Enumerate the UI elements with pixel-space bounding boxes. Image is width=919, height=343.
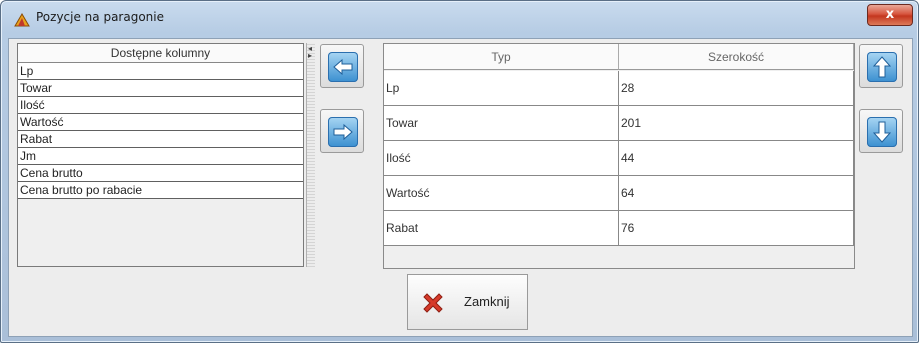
arrow-down-icon — [872, 121, 892, 143]
list-item[interactable]: Wartość — [18, 114, 303, 131]
move-down-button[interactable] — [859, 109, 903, 153]
available-columns-list[interactable]: Dostępne kolumny Lp Towar Ilość Wartość … — [17, 43, 304, 267]
column-header-szerokosc[interactable]: Szerokość — [619, 44, 854, 70]
table-row[interactable]: Towar 201 — [384, 106, 854, 141]
arrow-right-icon — [333, 123, 353, 141]
list-item[interactable]: Cena brutto po rabacie — [18, 182, 303, 199]
table-row[interactable]: Ilość 44 — [384, 141, 854, 176]
app-icon — [14, 13, 30, 27]
dialog-window: Pozycje na paragonie x Dostępne kolumny … — [0, 0, 919, 343]
cell-szerokosc[interactable]: 76 — [619, 211, 854, 246]
cell-typ[interactable]: Towar — [384, 106, 619, 141]
table-row[interactable]: Lp 28 — [384, 71, 854, 106]
list-item[interactable]: Lp — [18, 63, 303, 80]
list-item[interactable]: Towar — [18, 80, 303, 97]
panel-splitter[interactable]: ◂ ▸ — [306, 43, 315, 267]
cell-szerokosc[interactable]: 44 — [619, 141, 854, 176]
zamknij-button[interactable]: Zamknij — [407, 274, 528, 330]
list-item[interactable]: Ilość — [18, 97, 303, 114]
list-item[interactable]: Cena brutto — [18, 165, 303, 182]
move-up-button[interactable] — [859, 44, 903, 88]
available-columns-items: Lp Towar Ilość Wartość Rabat Jm Cena bru… — [18, 63, 303, 199]
close-icon: x — [885, 7, 895, 22]
list-item[interactable]: Jm — [18, 148, 303, 165]
zamknij-label: Zamknij — [464, 294, 510, 309]
window-close-button[interactable]: x — [867, 4, 913, 26]
dialog-content: Dostępne kolumny Lp Towar Ilość Wartość … — [8, 38, 913, 337]
cell-szerokosc[interactable]: 64 — [619, 176, 854, 211]
red-x-icon — [423, 293, 443, 313]
cell-typ[interactable]: Rabat — [384, 211, 619, 246]
move-right-button[interactable] — [320, 109, 364, 153]
cell-typ[interactable]: Lp — [384, 71, 619, 106]
table-row[interactable]: Rabat 76 — [384, 211, 854, 246]
table-row[interactable]: Wartość 64 — [384, 176, 854, 211]
arrow-up-icon — [872, 56, 892, 78]
window-title: Pozycje na paragonie — [36, 10, 164, 24]
splitter-arrows-icon[interactable]: ◂ ▸ — [308, 45, 312, 60]
columns-table: Typ Szerokość Lp 28 Towar 201 Ilość 44 W… — [383, 43, 855, 269]
title-bar[interactable]: Pozycje na paragonie x — [1, 1, 918, 37]
cell-szerokosc[interactable]: 201 — [619, 106, 854, 141]
cell-typ[interactable]: Ilość — [384, 141, 619, 176]
available-columns-header: Dostępne kolumny — [18, 44, 303, 63]
cell-szerokosc[interactable]: 28 — [619, 71, 854, 106]
column-header-typ[interactable]: Typ — [384, 44, 619, 70]
move-left-button[interactable] — [320, 44, 364, 88]
cell-typ[interactable]: Wartość — [384, 176, 619, 211]
list-item[interactable]: Rabat — [18, 131, 303, 148]
arrow-left-icon — [333, 58, 353, 76]
